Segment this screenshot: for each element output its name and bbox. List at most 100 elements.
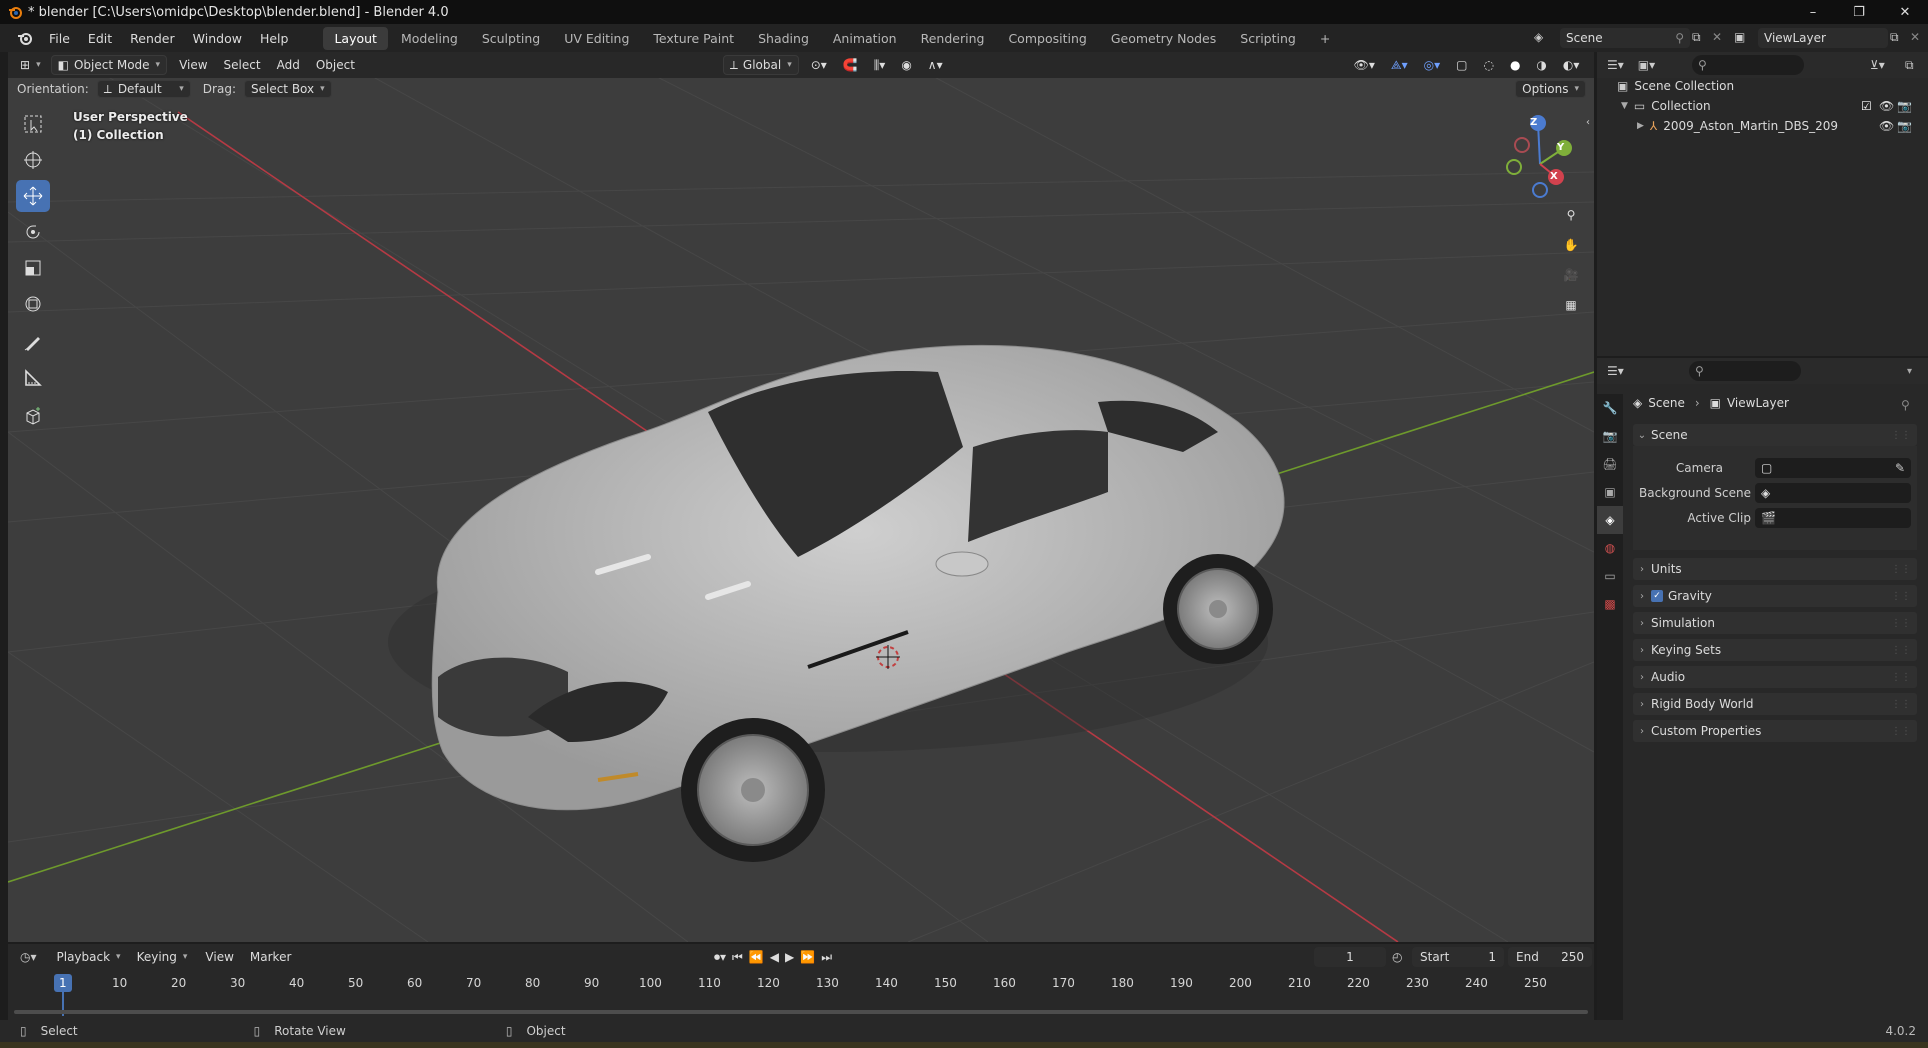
preview-range-icon[interactable]: ◴ — [1392, 950, 1402, 964]
snap-icon[interactable]: 🧲 — [835, 58, 866, 72]
tab-geometry-nodes[interactable]: Geometry Nodes — [1100, 27, 1227, 50]
falloff-icon[interactable]: ∧▾ — [920, 58, 951, 72]
play-reverse-icon[interactable]: ◀ — [770, 950, 779, 964]
measure-tool[interactable] — [16, 362, 50, 394]
gravity-grip-icon[interactable]: ⋮⋮ — [1891, 591, 1911, 602]
simulation-panel-header[interactable]: › Simulation ⋮⋮ — [1633, 612, 1917, 634]
current-frame-field[interactable]: 1 — [1314, 947, 1386, 967]
minimize-button[interactable]: – — [1790, 0, 1836, 24]
rigid-body-world-grip-icon[interactable]: ⋮⋮ — [1891, 699, 1911, 710]
eyedropper-icon[interactable]: ✎ — [1895, 461, 1905, 475]
timeline-scrollbar[interactable] — [14, 1010, 1588, 1014]
new-collection-icon[interactable]: ⧉ — [1905, 58, 1914, 73]
gravity-checkbox[interactable]: ✓ — [1651, 590, 1663, 602]
annotate-tool[interactable] — [16, 326, 50, 358]
play-icon[interactable]: ▶ — [785, 950, 794, 964]
delete-view-layer-icon[interactable]: ✕ — [1910, 30, 1920, 44]
drag-dropdown[interactable]: Select Box ▾ — [243, 80, 332, 98]
keying-dropdown[interactable]: Keying ▾ — [131, 947, 194, 967]
new-scene-icon[interactable]: ⧉ — [1692, 30, 1701, 45]
delete-scene-icon[interactable]: ✕ — [1712, 30, 1722, 44]
pin-icon[interactable]: ⚲ — [1675, 31, 1684, 45]
audio-panel-header[interactable]: › Audio ⋮⋮ — [1633, 666, 1917, 688]
menu-object[interactable]: Object — [308, 58, 363, 72]
tool-tab-icon[interactable]: 🔧 — [1597, 394, 1623, 422]
menu-edit[interactable]: Edit — [79, 31, 121, 46]
camera-field[interactable]: ▢ ✎ — [1755, 458, 1911, 478]
gravity-panel-header[interactable]: › ✓ Gravity ⋮⋮ — [1633, 585, 1917, 607]
jump-keyframe-back-icon[interactable]: ⏪ — [749, 950, 764, 964]
end-frame-field[interactable]: End 250 — [1508, 947, 1592, 967]
add-workspace-button[interactable]: + — [1309, 27, 1341, 50]
tab-animation[interactable]: Animation — [822, 27, 908, 50]
overlay-toggle-icon[interactable]: ◎▾ — [1416, 58, 1449, 72]
new-view-layer-icon[interactable]: ⧉ — [1890, 30, 1899, 45]
view-layer-selector[interactable]: ViewLayer — [1758, 28, 1888, 48]
options-dropdown[interactable]: Options ▾ — [1515, 80, 1586, 98]
menu-help[interactable]: Help — [251, 31, 298, 46]
properties-options-icon[interactable]: ▾ — [1907, 366, 1912, 377]
properties-search-input[interactable]: ⚲ — [1689, 361, 1801, 381]
render-tab-icon[interactable]: 📷 — [1597, 422, 1623, 450]
custom-properties-panel-header[interactable]: › Custom Properties ⋮⋮ — [1633, 720, 1917, 742]
material-shading-icon[interactable]: ◑ — [1528, 58, 1554, 72]
camera-view-icon[interactable]: 🎥 — [1558, 262, 1584, 288]
tab-compositing[interactable]: Compositing — [997, 27, 1097, 50]
expand-object-icon[interactable]: ▶ — [1637, 121, 1644, 131]
tab-layout[interactable]: Layout — [323, 26, 388, 50]
collection-visibility-icon[interactable]: 👁 — [1879, 99, 1894, 113]
scene-collection-row[interactable]: ▣ Scene Collection — [1617, 76, 1734, 96]
jump-start-icon[interactable]: ⏮ — [732, 950, 743, 965]
menu-render[interactable]: Render — [121, 31, 184, 46]
active-clip-field[interactable]: 🎬 — [1755, 508, 1911, 528]
outliner-search-input[interactable]: ⚲ — [1692, 55, 1804, 75]
timeline-menu-view[interactable]: View — [197, 950, 241, 964]
blender-menu-icon[interactable] — [10, 28, 40, 48]
proportional-edit-icon[interactable]: ◉ — [893, 58, 919, 72]
collection-checkbox[interactable]: ☑ — [1861, 99, 1872, 113]
maximize-button[interactable]: ❐ — [1836, 0, 1882, 24]
output-tab-icon[interactable]: 🖨 — [1597, 450, 1623, 478]
menu-select[interactable]: Select — [216, 58, 269, 72]
custom-properties-grip-icon[interactable]: ⋮⋮ — [1891, 726, 1911, 737]
add-cube-tool[interactable] — [16, 400, 50, 432]
drag-grip-icon[interactable]: ⋮⋮ — [1891, 430, 1911, 441]
3d-viewport[interactable]: Z Y X ⚲ ✋ 🎥 ▦ ‹ — [8, 52, 1594, 942]
rotate-tool[interactable] — [16, 216, 50, 248]
tab-rendering[interactable]: Rendering — [910, 27, 996, 50]
keying-sets-panel-header[interactable]: › Keying Sets ⋮⋮ — [1633, 639, 1917, 661]
transform-tool[interactable] — [16, 288, 50, 320]
menu-file[interactable]: File — [40, 31, 79, 46]
scene-panel-header[interactable]: ⌄ Scene ⋮⋮ — [1633, 424, 1917, 446]
zoom-icon[interactable]: ⚲ — [1558, 202, 1584, 228]
scene-selector[interactable]: Scene ⚲ — [1560, 28, 1690, 48]
jump-end-icon[interactable]: ⏭ — [821, 950, 832, 965]
close-button[interactable]: ✕ — [1882, 0, 1928, 24]
move-tool[interactable] — [16, 180, 50, 212]
collection-row[interactable]: ▼ ▭ Collection ☑ 👁 📷 — [1621, 96, 1921, 116]
object-render-icon[interactable]: 📷 — [1897, 119, 1912, 133]
units-panel-header[interactable]: › Units ⋮⋮ — [1633, 558, 1917, 580]
xray-icon[interactable]: ▢ — [1448, 58, 1475, 72]
tab-uv-editing[interactable]: UV Editing — [553, 27, 640, 50]
tool-orientation-dropdown[interactable]: ⟂ Default ▾ — [96, 80, 191, 98]
timeline-menu-marker[interactable]: Marker — [242, 950, 299, 964]
rendered-shading-icon[interactable]: ◐▾ — [1555, 58, 1588, 72]
menu-window[interactable]: Window — [184, 31, 251, 46]
perspective-grid-icon[interactable]: ▦ — [1558, 292, 1584, 318]
object-visibility-icon[interactable]: 👁 — [1879, 119, 1894, 133]
wireframe-shading-icon[interactable]: ◌ — [1475, 58, 1501, 72]
tab-texture-paint[interactable]: Texture Paint — [642, 27, 745, 50]
rigid-body-world-panel-header[interactable]: › Rigid Body World ⋮⋮ — [1633, 693, 1917, 715]
tab-shading[interactable]: Shading — [747, 27, 820, 50]
tab-sculpting[interactable]: Sculpting — [471, 27, 551, 50]
scale-tool[interactable] — [16, 252, 50, 284]
tab-scripting[interactable]: Scripting — [1229, 27, 1307, 50]
properties-pin-icon[interactable]: ⚲ — [1901, 398, 1910, 412]
menu-add[interactable]: Add — [269, 58, 308, 72]
world-tab-icon[interactable]: ◍ — [1597, 534, 1623, 562]
units-grip-icon[interactable]: ⋮⋮ — [1891, 564, 1911, 575]
object-row[interactable]: ▶ ⅄ 2009_Aston_Martin_DBS_209 👁 📷 — [1637, 116, 1921, 136]
jump-keyframe-forward-icon[interactable]: ⏩ — [800, 950, 815, 964]
keying-sets-grip-icon[interactable]: ⋮⋮ — [1891, 645, 1911, 656]
